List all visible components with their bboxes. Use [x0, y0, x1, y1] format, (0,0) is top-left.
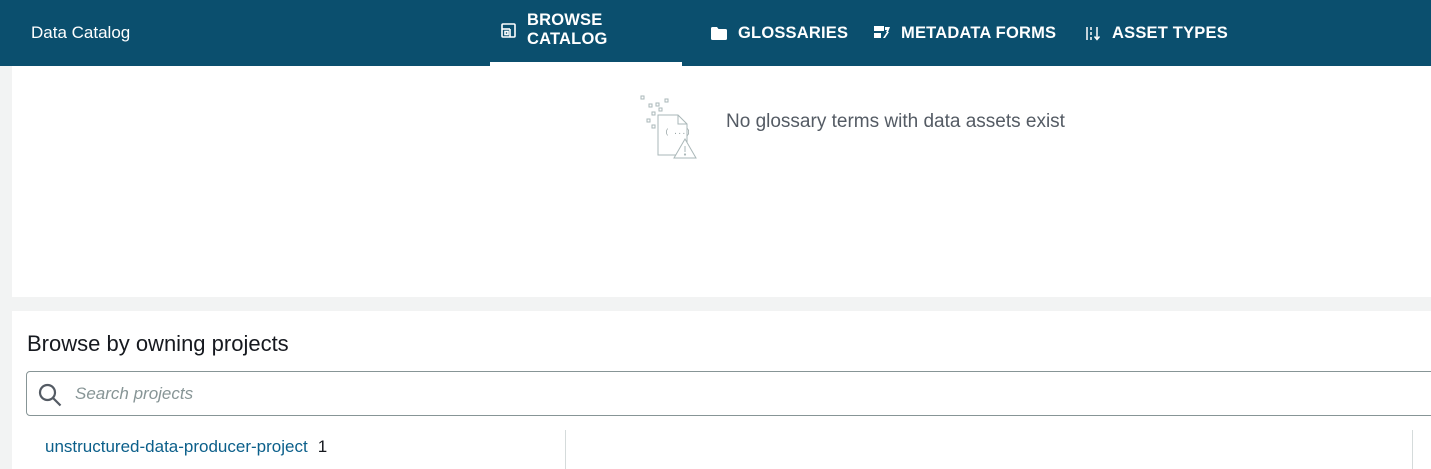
top-navigation-bar: Data Catalog BROWSE CATALOG GLOSSARIES M…: [0, 0, 1431, 66]
folder-icon: [711, 26, 727, 40]
tab-browse-catalog-label: BROWSE CATALOG: [527, 11, 608, 48]
project-link[interactable]: unstructured-data-producer-project: [45, 437, 308, 457]
search-icon: [38, 383, 62, 412]
column-divider: [1412, 430, 1413, 469]
empty-state-message: No glossary terms with data assets exist: [726, 111, 1065, 132]
glossary-panel: [12, 66, 1431, 297]
search-box[interactable]: [26, 371, 1431, 416]
tab-glossaries-label: GLOSSARIES: [738, 23, 849, 42]
tab-metadata-forms[interactable]: METADATA FORMS: [874, 0, 1056, 66]
list-item[interactable]: unstructured-data-producer-project 1: [45, 437, 327, 457]
empty-document-warning-icon: ( ...): [640, 95, 700, 168]
search-projects-input[interactable]: [75, 373, 1415, 414]
project-asset-count: 1: [317, 437, 328, 456]
asset-types-icon: [1085, 26, 1101, 41]
app-title: Data Catalog: [31, 23, 131, 42]
tab-browse-catalog[interactable]: BROWSE CATALOG: [490, 0, 682, 66]
tab-metadata-forms-label: METADATA FORMS: [901, 23, 1057, 42]
tab-asset-types-label: ASSET TYPES: [1112, 23, 1228, 42]
tab-asset-types[interactable]: ASSET TYPES: [1085, 0, 1228, 66]
metadata-forms-icon: [874, 26, 890, 40]
tab-glossaries[interactable]: GLOSSARIES: [711, 0, 848, 66]
section-title: Browse by owning projects: [27, 331, 289, 356]
column-divider: [565, 430, 566, 469]
svg-text:( ...): ( ...): [665, 129, 690, 137]
browse-catalog-icon: [501, 22, 516, 38]
